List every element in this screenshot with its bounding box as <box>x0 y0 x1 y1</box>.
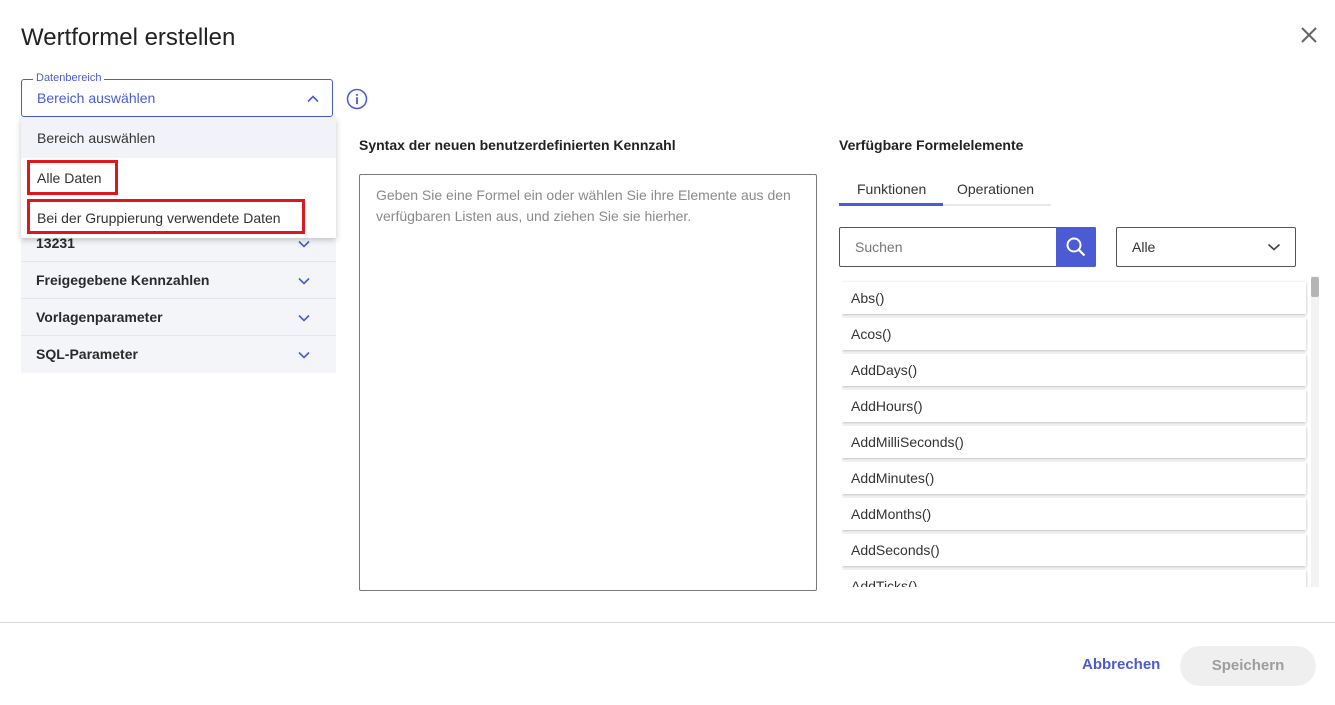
function-item[interactable]: AddDays() <box>842 354 1306 386</box>
datenbereich-legend: Datenbereich <box>33 72 105 84</box>
save-button[interactable]: Speichern <box>1180 646 1316 686</box>
menu-option-bereich[interactable]: Bereich auswählen <box>21 118 336 158</box>
formula-elements-label: Verfügbare Formelelemente <box>839 137 1024 153</box>
cancel-button[interactable]: Abbrechen <box>1082 656 1160 673</box>
section-label: Freigegebene Kennzahlen <box>36 272 210 288</box>
search-placeholder: Suchen <box>855 239 903 255</box>
function-item[interactable]: Acos() <box>842 318 1306 350</box>
highlight-alle-daten <box>27 160 118 195</box>
function-item[interactable]: AddHours() <box>842 390 1306 422</box>
chevron-down-icon[interactable] <box>296 273 312 289</box>
function-item[interactable]: AddTicks() <box>842 570 1306 587</box>
tab-funktionen[interactable]: Funktionen <box>857 181 926 197</box>
function-item[interactable]: AddMinutes() <box>842 462 1306 494</box>
datenbereich-value[interactable]: Bereich auswählen <box>37 90 155 106</box>
chevron-down-icon[interactable] <box>1266 239 1282 255</box>
search-button[interactable] <box>1056 227 1096 267</box>
highlight-gruppierung <box>27 199 305 234</box>
syntax-placeholder: Geben Sie eine Formel ein oder wählen Si… <box>376 187 791 224</box>
tab-operationen[interactable]: Operationen <box>957 181 1034 197</box>
section-freigegebene-kennzahlen[interactable]: Freigegebene Kennzahlen <box>21 262 336 299</box>
section-label: Vorlagenparameter <box>36 309 163 325</box>
info-icon[interactable] <box>346 88 368 110</box>
section-label: SQL-Parameter <box>36 346 138 362</box>
function-item[interactable]: AddSeconds() <box>842 534 1306 566</box>
chevron-down-icon[interactable] <box>296 310 312 326</box>
function-list: Abs() Acos() AddDays() AddHours() AddMil… <box>842 280 1308 587</box>
section-vorlagenparameter[interactable]: Vorlagenparameter <box>21 299 336 336</box>
section-sql-parameter[interactable]: SQL-Parameter <box>21 336 336 373</box>
tab-active-indicator <box>839 203 943 206</box>
footer-divider <box>0 622 1335 623</box>
category-filter-value: Alle <box>1132 239 1156 255</box>
syntax-label: Syntax der neuen benutzerdefinierten Ken… <box>359 137 676 153</box>
syntax-textarea[interactable]: Geben Sie eine Formel ein oder wählen Si… <box>359 174 817 591</box>
left-sections: 13231 Freigegebene Kennzahlen Vorlagenpa… <box>21 225 336 373</box>
close-icon[interactable] <box>1298 24 1320 46</box>
chevron-up-icon[interactable] <box>305 91 321 107</box>
dialog-title: Wertformel erstellen <box>21 24 236 51</box>
chevron-down-icon[interactable] <box>296 347 312 363</box>
function-list-scrollbar[interactable] <box>1311 276 1319 587</box>
function-item[interactable]: AddMonths() <box>842 498 1306 530</box>
function-item[interactable]: Abs() <box>842 282 1306 314</box>
chevron-down-icon[interactable] <box>296 236 312 252</box>
search-icon <box>1066 237 1086 257</box>
scrollbar-thumb[interactable] <box>1311 277 1319 297</box>
function-item[interactable]: AddMilliSeconds() <box>842 426 1306 458</box>
